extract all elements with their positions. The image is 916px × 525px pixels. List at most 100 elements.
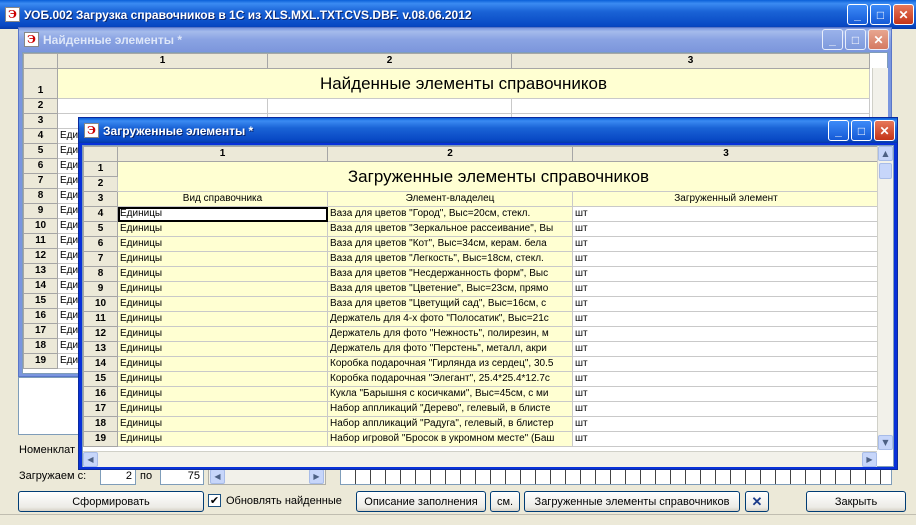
cell-kind[interactable]: Единицы	[117, 416, 328, 432]
load-from-input[interactable]: 2	[100, 468, 136, 485]
loaded-elements-button[interactable]: Загруженные элементы справочников	[524, 491, 740, 512]
cell-item[interactable]: шт	[572, 311, 880, 327]
clear-x-button[interactable]: ✕	[745, 491, 769, 512]
found-maximize-button[interactable]: □	[845, 29, 866, 50]
table-row[interactable]: 7 Единицы Ваза для цветов "Легкость", Выс=…	[83, 251, 880, 267]
cell-item[interactable]: шт	[572, 386, 880, 402]
cell-owner[interactable]: Кукла "Барышня с косичками", Выс=45см, с…	[327, 386, 573, 402]
cell-kind[interactable]: Единицы	[117, 401, 328, 417]
fill-description-button[interactable]: Описание заполнения	[356, 491, 486, 512]
found-cell[interactable]	[267, 98, 512, 114]
cell-owner[interactable]: Ваза для цветов "Цветение", Выс=23см, пр…	[327, 281, 573, 297]
cell-owner[interactable]: Ваза для цветов "Несдержанность форм", В…	[327, 266, 573, 282]
cell-item[interactable]: шт	[572, 236, 880, 252]
found-row-number[interactable]: 16	[23, 308, 58, 324]
loaded-maximize-button[interactable]: □	[851, 120, 872, 141]
row-number[interactable]: 8	[83, 266, 118, 282]
scroll-up-icon[interactable]: ▲	[878, 146, 893, 161]
found-row-number[interactable]: 4	[23, 128, 58, 144]
found-row-number[interactable]: 10	[23, 218, 58, 234]
cell-item[interactable]: шт	[572, 281, 880, 297]
found-row-number[interactable]: 15	[23, 293, 58, 309]
loaded-spreadsheet[interactable]: 1 2 3 1 Загруженные элементы справочнико…	[82, 145, 894, 467]
row-number[interactable]: 18	[83, 416, 118, 432]
found-row-number[interactable]: 17	[23, 323, 58, 339]
load-to-input[interactable]: 75	[160, 468, 204, 485]
scroll-right-icon[interactable]: ▶	[862, 452, 877, 467]
row-number[interactable]: 16	[83, 386, 118, 402]
row-number[interactable]: 9	[83, 281, 118, 297]
loaded-horizontal-scrollbar[interactable]: ◀ ▶	[83, 451, 877, 467]
cell-kind[interactable]: Единицы	[117, 311, 328, 327]
cell-item[interactable]: шт	[572, 221, 880, 237]
cell-owner[interactable]: Ваза для цветов "Зеркальное рассеивание"…	[327, 221, 573, 237]
table-row[interactable]: 9 Единицы Ваза для цветов "Цветение", Выс=…	[83, 281, 880, 297]
main-title-bar[interactable]: Э УОБ.002 Загрузка справочников в 1С из …	[0, 0, 916, 29]
found-cell[interactable]	[57, 98, 268, 114]
row-number[interactable]: 11	[83, 311, 118, 327]
loaded-minimize-button[interactable]: _	[828, 120, 849, 141]
cell-item[interactable]: шт	[572, 266, 880, 282]
cell-kind[interactable]: Единицы	[117, 281, 328, 297]
cell-owner[interactable]: Коробка подарочная "Элегант", 25.4*25.4*…	[327, 371, 573, 387]
cell-kind[interactable]: Единицы	[117, 206, 328, 222]
cell-kind[interactable]: Единицы	[117, 236, 328, 252]
cell-item[interactable]: шт	[572, 296, 880, 312]
loaded-vertical-scrollbar[interactable]: ▲ ▼	[877, 146, 893, 450]
cell-kind[interactable]: Единицы	[117, 326, 328, 342]
cell-item[interactable]: шт	[572, 326, 880, 342]
table-row[interactable]: 19 Единицы Набор игровой "Бросок в укромно…	[83, 431, 880, 447]
cell-owner[interactable]: Ваза для цветов "Легкость", Выс=18см, ст…	[327, 251, 573, 267]
found-row-number[interactable]: 8	[23, 188, 58, 204]
cell-kind[interactable]: Единицы	[117, 221, 328, 237]
scroll-left-icon[interactable]: ◀	[83, 452, 98, 467]
minimize-button[interactable]: _	[847, 4, 868, 25]
found-row-number[interactable]: 9	[23, 203, 58, 219]
see-button[interactable]: см.	[490, 491, 520, 512]
found-row-number[interactable]: 1	[23, 68, 58, 99]
cell-item[interactable]: шт	[572, 356, 880, 372]
cell-kind[interactable]: Единицы	[117, 266, 328, 282]
row-number[interactable]: 19	[83, 431, 118, 447]
row-number[interactable]: 17	[83, 401, 118, 417]
cell-item[interactable]: шт	[572, 371, 880, 387]
build-button[interactable]: Сформировать	[18, 491, 204, 512]
table-row[interactable]: 10 Единицы Ваза для цветов "Цветущий сад",…	[83, 296, 880, 312]
cell-kind[interactable]: Единицы	[117, 386, 328, 402]
row-number[interactable]: 14	[83, 356, 118, 372]
found-cell[interactable]	[511, 98, 870, 114]
table-row[interactable]: 13 Единицы Держатель для фото "Перстень", …	[83, 341, 880, 357]
row-number[interactable]: 10	[83, 296, 118, 312]
range-scrollbar[interactable]: ◀ ▶	[208, 468, 326, 485]
row-number[interactable]: 7	[83, 251, 118, 267]
cell-kind[interactable]: Единицы	[117, 341, 328, 357]
found-row-number[interactable]: 19	[23, 353, 58, 369]
memo-field[interactable]	[18, 377, 80, 435]
scroll-right-icon[interactable]: ▶	[309, 469, 324, 484]
cell-kind[interactable]: Единицы	[117, 356, 328, 372]
update-found-checkbox[interactable]: ✔	[208, 494, 221, 507]
found-row-number[interactable]: 7	[23, 173, 58, 189]
table-row[interactable]: 5 Единицы Ваза для цветов "Зеркальное расс…	[83, 221, 880, 237]
row-number[interactable]: 1	[83, 161, 118, 177]
table-row[interactable]: 17 Единицы Набор аппликаций "Дерево", геле…	[83, 401, 880, 417]
row-number[interactable]: 6	[83, 236, 118, 252]
found-row-number[interactable]: 12	[23, 248, 58, 264]
row-number[interactable]: 13	[83, 341, 118, 357]
table-row[interactable]: 6 Единицы Ваза для цветов "Кот", Выс=34см,…	[83, 236, 880, 252]
found-row-number[interactable]: 13	[23, 263, 58, 279]
cell-owner[interactable]: Держатель для фото "Нежность", полирезин…	[327, 326, 573, 342]
close-button[interactable]: ✕	[893, 4, 914, 25]
cell-owner[interactable]: Коробка подарочная "Гирлянда из сердец",…	[327, 356, 573, 372]
cell-owner[interactable]: Держатель для фото "Перстень", металл, а…	[327, 341, 573, 357]
cell-item[interactable]: шт	[572, 416, 880, 432]
cell-kind[interactable]: Единицы	[117, 431, 328, 447]
found-close-button[interactable]: ✕	[868, 29, 889, 50]
table-row[interactable]: 8 Единицы Ваза для цветов "Несдержанность …	[83, 266, 880, 282]
cell-owner[interactable]: Ваза для цветов "Город", Выс=20см, стекл…	[327, 206, 573, 222]
cell-item[interactable]: шт	[572, 251, 880, 267]
scroll-down-icon[interactable]: ▼	[878, 435, 893, 450]
found-row-number[interactable]: 3	[23, 113, 58, 129]
row-number[interactable]: 5	[83, 221, 118, 237]
table-row[interactable]: 14 Единицы Коробка подарочная "Гирлянда из…	[83, 356, 880, 372]
